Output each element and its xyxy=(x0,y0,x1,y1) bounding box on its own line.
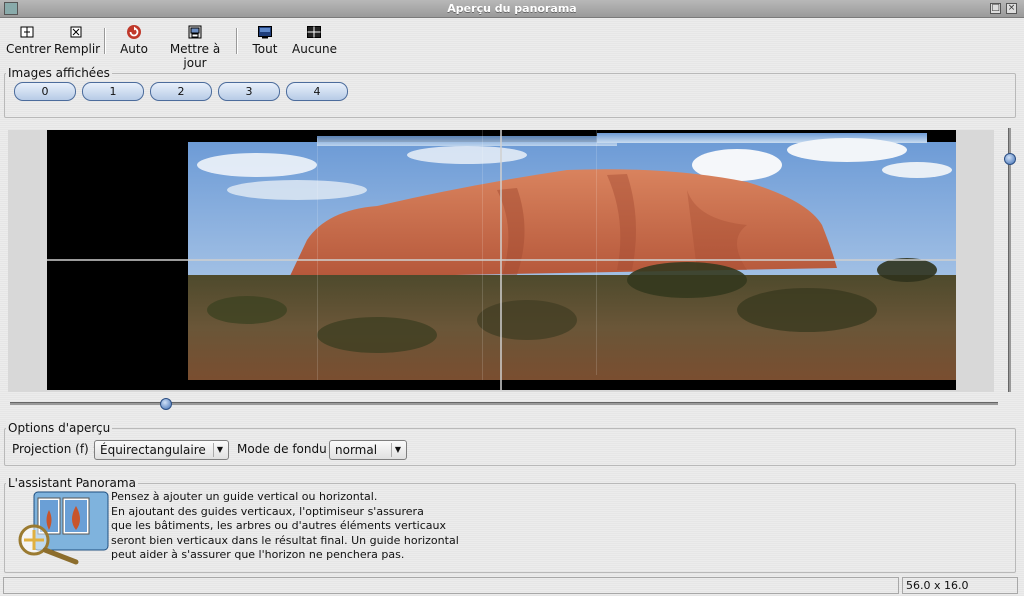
grid-icon xyxy=(307,26,321,38)
assistant-line: Pensez à ajouter un guide vertical ou ho… xyxy=(111,490,378,503)
assistant-line: peut aider à s'assurer que l'horizon ne … xyxy=(111,548,405,561)
horizontal-fov-slider-thumb[interactable] xyxy=(160,398,172,410)
assistant-line: que les bâtiments, les arbres ou d'autre… xyxy=(111,519,446,532)
chevron-down-icon: ▼ xyxy=(391,443,404,457)
auto-label: Auto xyxy=(120,42,148,56)
blend-mode-value: normal xyxy=(335,443,378,457)
center-button[interactable]: Centrer xyxy=(6,24,52,60)
show-all-label: Tout xyxy=(252,42,278,56)
refresh-icon xyxy=(127,25,141,39)
assistant-magnifier-icon xyxy=(18,491,109,565)
image-toggle-3[interactable]: 3 xyxy=(218,82,280,101)
fill-label: Remplir xyxy=(54,42,101,56)
fill-icon xyxy=(70,26,82,38)
chevron-down-icon: ▼ xyxy=(213,443,226,457)
panorama-image xyxy=(47,130,956,390)
window-title: Aperçu du panorama xyxy=(447,2,577,15)
center-icon xyxy=(20,26,34,38)
window-titlebar: Aperçu du panorama □ × xyxy=(0,0,1024,18)
close-icon[interactable]: × xyxy=(1006,3,1017,14)
toolbar-separator xyxy=(104,28,106,54)
image-toggle-4[interactable]: 4 xyxy=(286,82,348,101)
image-toggle-0[interactable]: 0 xyxy=(14,82,76,101)
horizontal-fov-slider[interactable] xyxy=(10,402,998,405)
auto-button[interactable]: Auto xyxy=(118,24,150,60)
toolbar: Centrer Remplir Auto Mettre à jour Tout … xyxy=(0,20,1024,70)
projection-value: Équirectangulaire xyxy=(100,443,206,457)
assistant-line: En ajoutant des guides verticaux, l'opti… xyxy=(111,504,424,518)
fill-button[interactable]: Remplir xyxy=(54,24,101,60)
update-icon xyxy=(188,25,202,39)
monitor-icon xyxy=(258,26,272,39)
update-button[interactable]: Mettre à jour xyxy=(160,24,230,70)
status-bar: 56.0 x 16.0 xyxy=(0,576,1024,596)
images-group-label: Images affichées xyxy=(6,66,112,80)
image-toggle-2[interactable]: 2 xyxy=(150,82,212,101)
projection-select[interactable]: Équirectangulaire ▼ xyxy=(94,440,229,460)
vertical-fov-slider[interactable] xyxy=(1008,128,1011,392)
update-label: Mettre à jour xyxy=(169,42,221,70)
assistant-text: Pensez à ajouter un guide vertical ou ho… xyxy=(111,490,471,563)
assistant-line: seront bien verticaux dans le résultat f… xyxy=(111,533,459,547)
projection-label: Projection (f) : xyxy=(12,442,97,456)
show-all-button[interactable]: Tout xyxy=(249,24,281,60)
show-none-button[interactable]: Aucune xyxy=(292,24,338,60)
show-none-label: Aucune xyxy=(292,42,338,56)
maximize-icon[interactable]: □ xyxy=(990,3,1001,14)
vertical-fov-slider-thumb[interactable] xyxy=(1004,153,1016,165)
center-label: Centrer xyxy=(6,42,52,56)
image-toggle-1[interactable]: 1 xyxy=(82,82,144,101)
status-message xyxy=(3,577,899,594)
assistant-group-label: L'assistant Panorama xyxy=(6,476,138,490)
panorama-preview[interactable] xyxy=(47,130,956,390)
options-group-label: Options d'aperçu xyxy=(6,421,113,435)
fov-status: 56.0 x 16.0 xyxy=(902,577,1018,594)
blend-mode-label: Mode de fondu : xyxy=(237,442,335,456)
blend-mode-select[interactable]: normal ▼ xyxy=(329,440,407,460)
toolbar-separator xyxy=(236,28,238,54)
